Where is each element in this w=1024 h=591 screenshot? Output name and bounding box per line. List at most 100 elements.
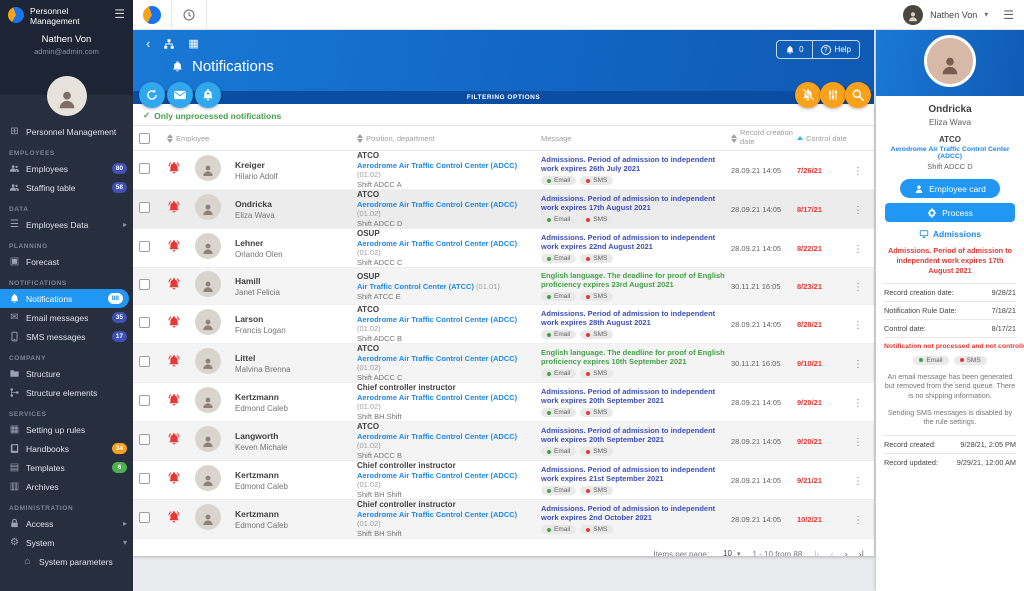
- notifications-counter-button[interactable]: 0: [777, 41, 811, 58]
- prev-page-button[interactable]: ‹: [831, 549, 834, 556]
- employee-first-name: Hilario Adolf: [235, 171, 278, 181]
- chevron-down-icon[interactable]: ▾: [984, 10, 988, 19]
- topbar-user-name[interactable]: Nathen Von: [930, 10, 977, 20]
- table-row[interactable]: Kertzmann Edmond Caleb Chief controller in…: [133, 500, 874, 539]
- last-page-button[interactable]: ›|: [859, 549, 864, 556]
- row-menu-icon[interactable]: ⋮: [853, 398, 863, 409]
- department-link[interactable]: Aerodrome Air Traffic Control Center (AD…: [357, 161, 517, 170]
- department-link[interactable]: Aerodrome Air Traffic Control Center (AD…: [357, 239, 517, 248]
- department-link[interactable]: Aerodrome Air Traffic Control Center (AD…: [357, 471, 517, 480]
- sidebar-item-employees[interactable]: Employees 80: [0, 159, 133, 178]
- sidebar-item-setting-up-rules[interactable]: ▦ Setting up rules: [0, 420, 133, 439]
- row-menu-icon[interactable]: ⋮: [853, 515, 863, 526]
- table-row[interactable]: Ondricka Eliza Wava ATCO Aerodrome Air Traf…: [133, 190, 874, 229]
- employee-last-name: Kreiger: [235, 159, 265, 170]
- row-menu-icon[interactable]: ⋮: [853, 320, 863, 331]
- employee-shift: Shift ADCC C: [357, 373, 403, 382]
- column-message[interactable]: Message: [541, 134, 727, 143]
- employee-first-name: Orlando Olen: [235, 249, 283, 259]
- topbar-user-avatar[interactable]: [903, 4, 924, 25]
- sidebar-item-archives[interactable]: ▥ Archives: [0, 477, 133, 496]
- apps-menu-icon[interactable]: ☰: [1003, 8, 1014, 22]
- sidebar-item-handbooks[interactable]: Handbooks 34: [0, 439, 133, 458]
- employee-card-button[interactable]: Employee card: [900, 179, 1000, 198]
- department-link[interactable]: Aerodrome Air Traffic Control Center (AD…: [357, 393, 517, 402]
- sidebar-item-templates[interactable]: ▤ Templates 6: [0, 458, 133, 477]
- row-checkbox[interactable]: [139, 279, 150, 290]
- sidebar-item-sms-messages[interactable]: SMS messages 17: [0, 327, 133, 346]
- row-checkbox[interactable]: [139, 241, 150, 252]
- select-all-checkbox[interactable]: [139, 132, 150, 144]
- sidebar-item-email-messages[interactable]: ✉ Email messages 35: [0, 308, 133, 327]
- department-link[interactable]: Aerodrome Air Traffic Control Center (AD…: [357, 200, 517, 209]
- table-row[interactable]: Langworth Keven Michale ATCO Aerodrome Air …: [133, 422, 874, 461]
- row-checkbox[interactable]: [139, 512, 150, 523]
- help-button[interactable]: ? Help: [811, 41, 859, 58]
- row-menu-icon[interactable]: ⋮: [853, 166, 863, 177]
- table-row[interactable]: Lehner Orlando Olen OSUP Aerodrome Air Traf…: [133, 229, 874, 268]
- org-chart-icon[interactable]: [163, 38, 175, 50]
- send-email-button[interactable]: [167, 82, 193, 108]
- column-employee[interactable]: Employee: [167, 133, 353, 143]
- sidebar-item-access[interactable]: Access ▸: [0, 514, 133, 533]
- row-checkbox[interactable]: [139, 202, 150, 213]
- row-menu-icon[interactable]: ⋮: [853, 476, 863, 487]
- row-menu-icon[interactable]: ⋮: [853, 244, 863, 255]
- sidebar-item-structure[interactable]: Structure: [0, 364, 133, 383]
- row-menu-icon[interactable]: ⋮: [853, 437, 863, 448]
- hamburger-icon[interactable]: ☰: [114, 7, 125, 21]
- department-link[interactable]: Aerodrome Air Traffic Control Center (AD…: [357, 354, 517, 363]
- active-filter-note[interactable]: ✓ Only unprocessed notifications: [133, 104, 874, 125]
- department-link[interactable]: Aerodrome Air Traffic Control Center (AD…: [357, 315, 517, 324]
- sidebar-item-notifications[interactable]: Notifications 88: [0, 289, 129, 308]
- column-position[interactable]: Position, department: [357, 133, 537, 143]
- table-row[interactable]: Kreiger Hilario Adolf ATCO Aerodrome Air Tr…: [133, 151, 874, 190]
- search-button[interactable]: [845, 82, 871, 108]
- sidebar-item-structure-elements[interactable]: Structure elements: [0, 383, 133, 402]
- sidebar-item-forecast[interactable]: ▣ Forecast: [0, 252, 133, 271]
- items-per-page-select[interactable]: 10 ▾: [721, 549, 740, 557]
- detail-department-link[interactable]: Aerodrome Air Traffic Control Center (AD…: [884, 146, 1016, 160]
- table-row[interactable]: Kertzmann Edmond Caleb Chief controller in…: [133, 461, 874, 500]
- table-row[interactable]: Littel Malvina Brenna ATCO Aerodrome Air Tr…: [133, 344, 874, 383]
- employee-shift: Shift BH Shift: [357, 490, 402, 499]
- filtering-options-bar[interactable]: FILTERING OPTIONS: [133, 91, 874, 104]
- row-menu-icon[interactable]: ⋮: [853, 282, 863, 293]
- sidebar-item-staffing-table[interactable]: Staffing table 58: [0, 178, 133, 197]
- admissions-link[interactable]: Admissions: [884, 229, 1016, 239]
- sidebar-item-personnel-management[interactable]: ⊞ Personnel Management: [0, 122, 133, 141]
- back-button[interactable]: ‹: [146, 37, 150, 50]
- row-checkbox[interactable]: [139, 317, 150, 328]
- sidebar-item-system-parameters[interactable]: ⌂ System parameters: [0, 552, 133, 571]
- employee-avatar: [195, 154, 221, 181]
- filter-settings-button[interactable]: [820, 82, 846, 108]
- process-button[interactable]: Process: [885, 203, 1015, 222]
- row-checkbox[interactable]: [139, 163, 150, 174]
- sidebar-item-employees-data[interactable]: ☰ Employees Data ▸: [0, 215, 133, 234]
- column-record-creation[interactable]: Record creation date: [731, 128, 793, 146]
- row-menu-icon[interactable]: ⋮: [853, 205, 863, 216]
- department-code: (01.01): [476, 281, 500, 291]
- table-row[interactable]: Kertzmann Edmond Caleb Chief controller in…: [133, 383, 874, 422]
- add-notification-button[interactable]: [195, 82, 221, 108]
- department-link[interactable]: Aerodrome Air Traffic Control Center (AD…: [357, 510, 517, 519]
- department-link[interactable]: Air Traffic Control Center (ATCC): [357, 282, 474, 291]
- row-checkbox[interactable]: [139, 356, 150, 367]
- next-page-button[interactable]: ›: [845, 549, 848, 556]
- history-icon[interactable]: [182, 8, 196, 22]
- table-row[interactable]: Hamill Janet Felicia OSUP Air Traffic Contr…: [133, 268, 874, 305]
- first-page-button[interactable]: |‹: [814, 549, 819, 556]
- department-link[interactable]: Aerodrome Air Traffic Control Center (AD…: [357, 432, 517, 441]
- sidebar-item-system[interactable]: ⚙ System ▾: [0, 533, 133, 552]
- table-row[interactable]: Larson Francis Logan ATCO Aerodrome Air Tra…: [133, 305, 874, 344]
- table-view-icon[interactable]: ▦: [188, 38, 200, 50]
- row-menu-icon[interactable]: ⋮: [853, 359, 863, 370]
- row-checkbox[interactable]: [139, 434, 150, 445]
- row-checkbox[interactable]: [139, 395, 150, 406]
- sidebar-user-avatar[interactable]: [46, 76, 87, 116]
- sidebar-item-label: Personnel Management: [26, 126, 117, 137]
- refresh-button[interactable]: [139, 82, 165, 108]
- column-control-date[interactable]: Control date: [797, 134, 849, 143]
- row-checkbox[interactable]: [139, 473, 150, 484]
- disable-notifications-button[interactable]: [795, 82, 821, 108]
